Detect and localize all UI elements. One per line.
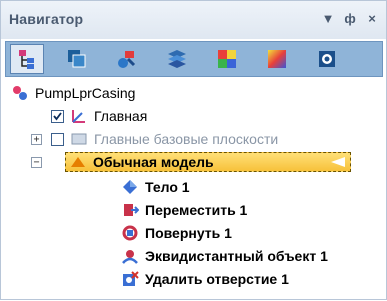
stack-icon[interactable] <box>160 44 194 74</box>
tree-model[interactable]: Обычная модель <box>69 152 214 172</box>
close-icon[interactable]: × <box>363 7 381 29</box>
gradient-icon[interactable] <box>260 44 294 74</box>
planes-icon <box>71 133 87 145</box>
title-bar: Навигатор ▼ ф × <box>1 1 386 39</box>
settings-icon[interactable] <box>310 44 344 74</box>
tree-main[interactable]: Главная <box>51 106 147 126</box>
expand-planes-icon[interactable]: + <box>31 133 42 145</box>
assembly-icon <box>13 86 27 100</box>
collapse-model-icon[interactable]: − <box>31 156 42 168</box>
tree-main-label: Главная <box>94 108 148 124</box>
navigator-panel: Навигатор ▼ ф × PumpLprCasing Главная + … <box>0 0 387 300</box>
model-icon <box>71 157 85 167</box>
tree-item-offset[interactable]: Эквидистантный объект 1 <box>121 246 328 266</box>
rotate-icon <box>122 225 138 241</box>
delete-hole-icon <box>123 271 139 286</box>
main-coordinate-icon <box>72 110 85 123</box>
tree-root-label: PumpLprCasing <box>35 85 136 101</box>
main-checkbox[interactable] <box>51 109 64 123</box>
tree-planes-label: Главные базовые плоскости <box>94 131 279 147</box>
planes-checkbox[interactable] <box>51 132 64 146</box>
tree-item-body[interactable]: Тело 1 <box>121 177 190 197</box>
tree-structure-icon[interactable] <box>10 44 44 74</box>
tree-item-rotate[interactable]: Повернуть 1 <box>121 223 232 243</box>
body-icon <box>123 180 137 194</box>
navigator-toolbar <box>5 41 383 77</box>
tree-model-toggle[interactable]: − <box>31 152 42 172</box>
tree-model-label: Обычная модель <box>93 154 214 170</box>
tree-root[interactable]: PumpLprCasing <box>11 83 135 103</box>
color-grid-icon[interactable] <box>210 44 244 74</box>
pin-icon[interactable]: ф <box>341 7 359 29</box>
tree-item-label: Повернуть 1 <box>145 225 232 241</box>
tree-item-label: Переместить 1 <box>145 202 248 218</box>
offset-object-icon <box>122 250 138 264</box>
tree-planes[interactable]: + Главные базовые плоскости <box>31 129 278 149</box>
tree-item-label: Тело 1 <box>145 179 190 195</box>
panel-title: Навигатор <box>9 11 84 27</box>
tree-item-label: Удалить отверстие 1 <box>145 271 289 287</box>
model-tree: PumpLprCasing Главная + Главные базовые … <box>1 79 387 301</box>
move-icon <box>124 204 139 216</box>
tree-item-move[interactable]: Переместить 1 <box>121 200 247 220</box>
parts-icon[interactable] <box>110 44 144 74</box>
tree-item-label: Эквидистантный объект 1 <box>145 248 328 264</box>
tree-item-delete-hole[interactable]: Удалить отверстие 1 <box>121 269 289 289</box>
layers-copy-icon[interactable] <box>60 44 94 74</box>
active-marker-icon <box>331 157 345 167</box>
dropdown-icon[interactable]: ▼ <box>319 7 337 29</box>
